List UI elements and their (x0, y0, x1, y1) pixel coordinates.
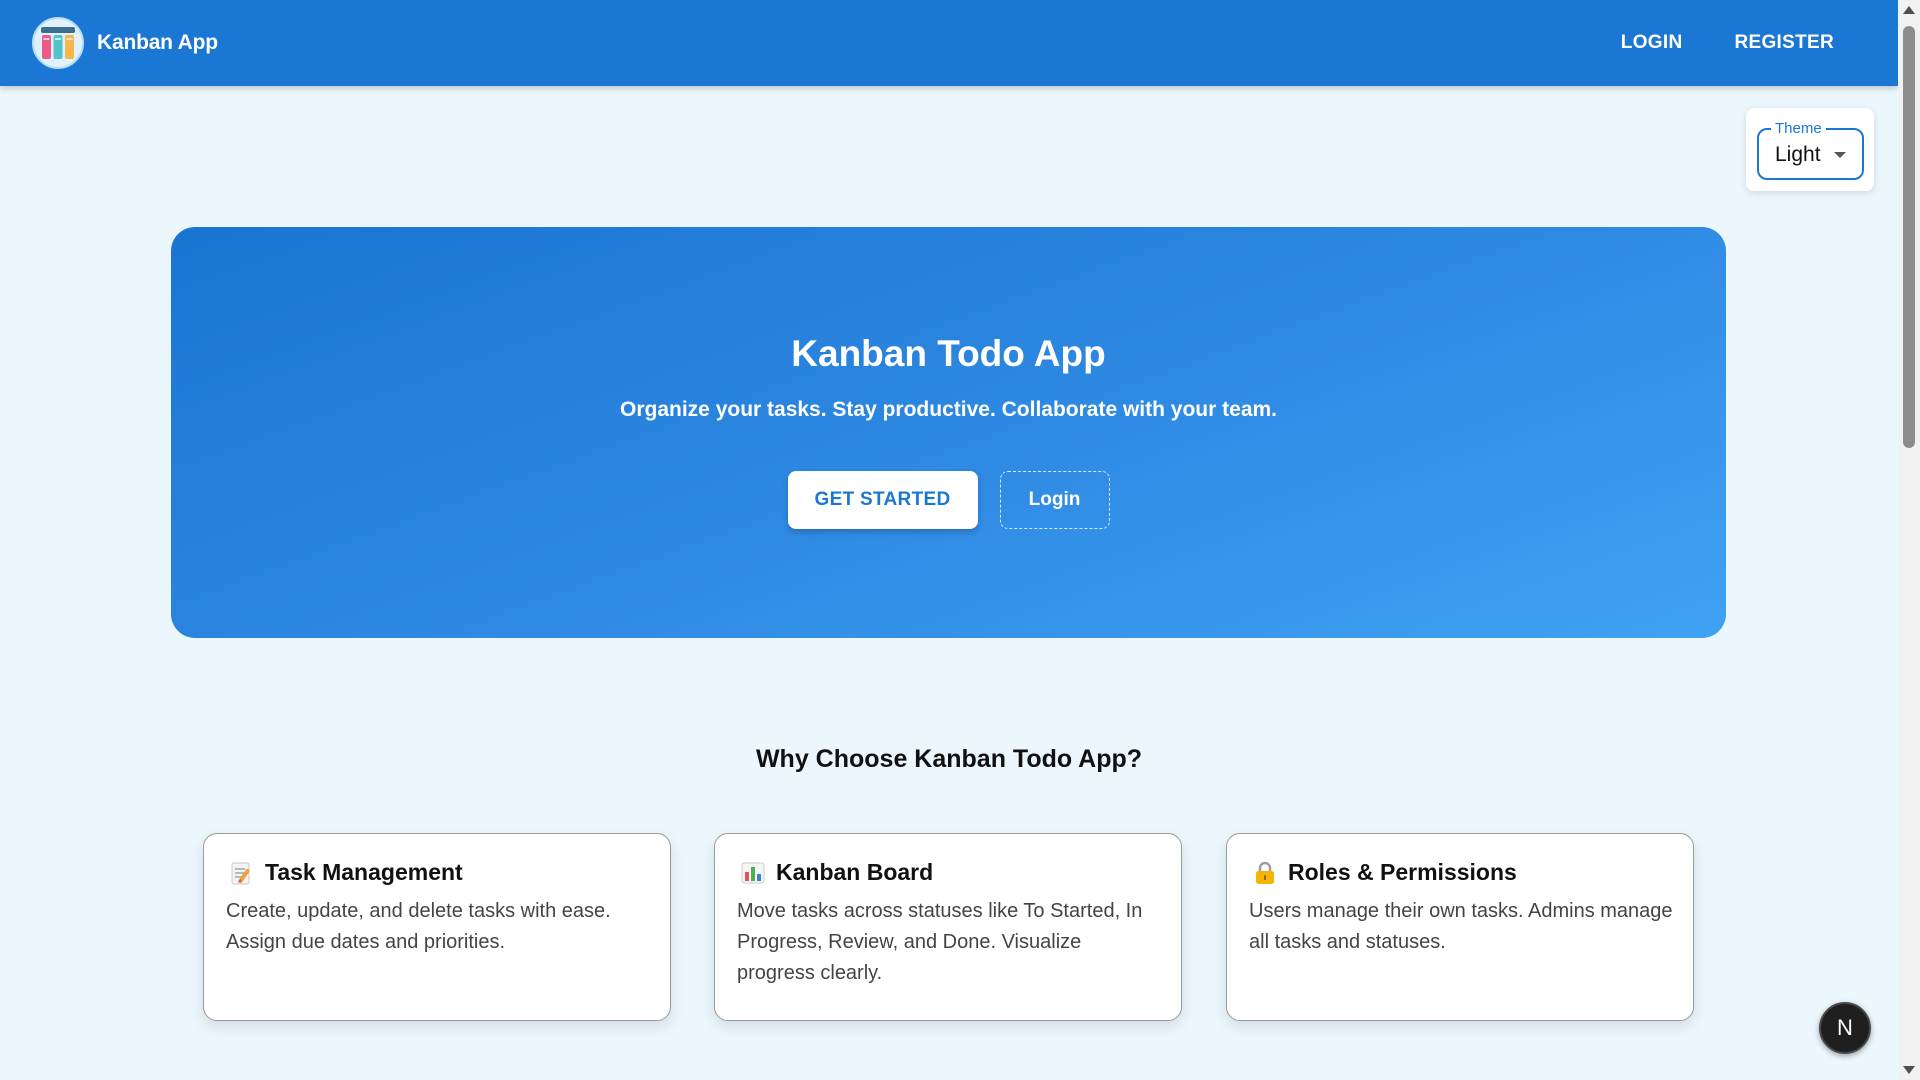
feature-title: Kanban Board (776, 859, 934, 885)
feature-title: Task Management (265, 859, 463, 885)
memo-icon (229, 860, 255, 886)
scroll-down-arrow-icon[interactable] (1903, 1066, 1915, 1074)
feature-header: Roles & Permissions (1252, 859, 1517, 886)
register-nav-button[interactable]: REGISTER (1708, 22, 1860, 64)
kanban-columns-icon (32, 17, 84, 69)
features-grid: Task Management Create, update, and dele… (203, 833, 1694, 1023)
brand-title: Kanban App (97, 31, 218, 54)
feature-card-kanban-board: Kanban Board Move tasks across statuses … (714, 833, 1182, 1021)
theme-card: Theme Light (1746, 108, 1874, 191)
theme-select[interactable]: Theme Light (1757, 120, 1864, 180)
hero-banner: Kanban Todo App Organize your tasks. Sta… (171, 227, 1726, 638)
caret-down-icon (1834, 152, 1846, 158)
next-dev-indicator-button[interactable]: N (1819, 1002, 1871, 1054)
feature-description: Users manage their own tasks. Admins man… (1249, 900, 1673, 953)
scroll-up-arrow-icon[interactable] (1903, 6, 1915, 14)
hero-login-button[interactable]: Login (999, 471, 1110, 529)
top-nav: LOGIN REGISTER (1595, 0, 1860, 86)
theme-selected-value: Light (1775, 143, 1821, 166)
feature-header: Kanban Board (740, 859, 933, 886)
bar-chart-icon (740, 860, 766, 886)
app-bar: Kanban App LOGIN REGISTER (0, 0, 1898, 86)
feature-card-task-management: Task Management Create, update, and dele… (203, 833, 671, 1021)
brand[interactable]: Kanban App (32, 17, 218, 69)
feature-description: Create, update, and delete tasks with ea… (226, 900, 611, 953)
lock-icon (1252, 860, 1278, 886)
scroll-thumb[interactable] (1903, 26, 1915, 448)
feature-description: Move tasks across statuses like To Start… (737, 900, 1143, 984)
login-nav-button[interactable]: LOGIN (1595, 22, 1709, 64)
get-started-button[interactable]: GET STARTED (787, 471, 978, 529)
hero-title: Kanban Todo App (791, 333, 1106, 374)
feature-card-roles-permissions: Roles & Permissions Users manage their o… (1226, 833, 1694, 1021)
theme-legend: Theme (1771, 120, 1826, 137)
page-scrollbar[interactable] (1898, 0, 1920, 1080)
feature-header: Task Management (229, 859, 463, 886)
hero-actions: GET STARTED Login (171, 471, 1726, 529)
hero-subtitle: Organize your tasks. Stay productive. Co… (620, 398, 1277, 421)
features-section-title: Why Choose Kanban Todo App? (755, 745, 1143, 773)
feature-title: Roles & Permissions (1288, 859, 1517, 885)
